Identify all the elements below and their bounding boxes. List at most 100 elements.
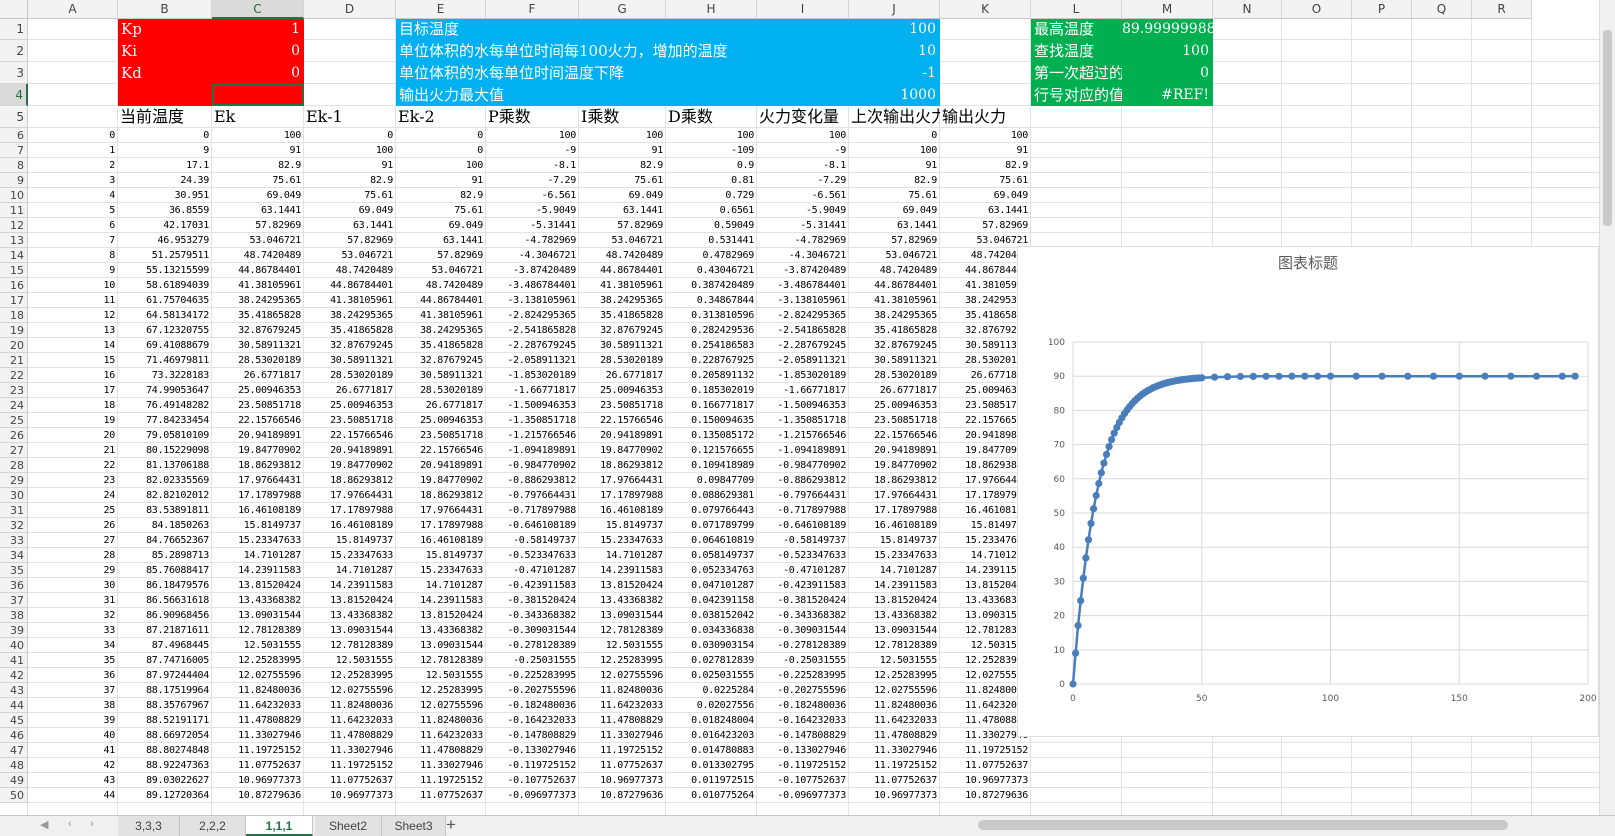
data-cell[interactable]: 28.53020189 (579, 353, 666, 368)
column-header-c[interactable]: C (212, 0, 304, 19)
data-cell[interactable]: -8.1 (757, 158, 849, 173)
data-cell[interactable]: 22.15766546 (304, 428, 396, 443)
data-cell[interactable]: 16.46108189 (396, 533, 486, 548)
data-cell[interactable]: 0.185302019 (666, 383, 757, 398)
data-cell[interactable]: 28.53020189 (212, 353, 304, 368)
data-cell[interactable]: 14.23911583 (396, 593, 486, 608)
data-cell[interactable]: 83.53891811 (118, 503, 212, 518)
data-cell[interactable]: 41.38105961 (396, 308, 486, 323)
row-header[interactable]: 22 (0, 368, 28, 383)
data-cell[interactable]: 32.87679245 (212, 323, 304, 338)
data-cell[interactable]: -0.886293812 (486, 473, 579, 488)
data-cell[interactable]: 0.9 (666, 158, 757, 173)
data-cell[interactable]: 48.7420489 (212, 248, 304, 263)
row-header[interactable]: 21 (0, 353, 28, 368)
data-cell[interactable]: 0.088629381 (666, 488, 757, 503)
data-cell[interactable]: -0.797664431 (486, 488, 579, 503)
data-cell[interactable]: 14.7101287 (579, 548, 666, 563)
data-cell[interactable]: 15.8149737 (579, 518, 666, 533)
data-cell[interactable]: 17.97664431 (579, 473, 666, 488)
data-cell[interactable]: -9 (486, 143, 579, 158)
data-cell[interactable]: 44.86784401 (849, 278, 940, 293)
data-cell[interactable]: 91 (212, 143, 304, 158)
data-cell[interactable]: 100 (757, 128, 849, 143)
data-cell[interactable]: 48.7420489 (396, 278, 486, 293)
data-cell[interactable]: 82.9 (396, 188, 486, 203)
data-cell[interactable]: -0.164232033 (757, 713, 849, 728)
data-cell[interactable]: 14.7101287 (212, 548, 304, 563)
row-header[interactable]: 3 (0, 62, 28, 84)
data-cell[interactable]: 0.135085172 (666, 428, 757, 443)
data-cell[interactable]: 24 (28, 488, 118, 503)
data-cell[interactable]: -0.797664431 (757, 488, 849, 503)
data-cell[interactable]: 9 (118, 143, 212, 158)
data-cell[interactable]: 12.78128389 (849, 638, 940, 653)
data-cell[interactable]: -0.119725152 (757, 758, 849, 773)
data-cell[interactable]: 17.97664431 (396, 503, 486, 518)
data-cell[interactable]: 32.87679245 (579, 323, 666, 338)
data-cell[interactable]: 32.87679245 (304, 338, 396, 353)
column-header-cell[interactable]: 输出火力 (940, 106, 1031, 128)
data-cell[interactable]: 11.47808829 (212, 713, 304, 728)
data-cell[interactable]: 11.64232033 (304, 713, 396, 728)
data-cell[interactable]: 16.46108189 (212, 503, 304, 518)
data-cell[interactable]: 91 (849, 158, 940, 173)
data-cell[interactable]: 41.38105961 (849, 293, 940, 308)
data-cell[interactable]: 13.43368382 (849, 608, 940, 623)
data-cell[interactable]: -0.107752637 (486, 773, 579, 788)
data-cell[interactable]: 18.86293812 (849, 473, 940, 488)
data-cell[interactable]: 48.7420489 (849, 263, 940, 278)
data-cell[interactable]: 100 (579, 128, 666, 143)
data-cell[interactable]: 17.97664431 (849, 488, 940, 503)
data-cell[interactable]: 33 (28, 623, 118, 638)
data-cell[interactable]: 69.049 (579, 188, 666, 203)
data-cell[interactable]: 0.079766443 (666, 503, 757, 518)
data-cell[interactable]: 82.9 (304, 173, 396, 188)
data-cell[interactable]: 0.016423203 (666, 728, 757, 743)
data-cell[interactable]: -0.47101287 (757, 563, 849, 578)
data-cell[interactable]: 12.78128389 (212, 623, 304, 638)
data-cell[interactable]: 15.23347633 (396, 563, 486, 578)
data-cell[interactable]: 25.00946353 (849, 398, 940, 413)
data-cell[interactable]: 0.058149737 (666, 548, 757, 563)
vertical-scroll-thumb[interactable] (1603, 30, 1612, 226)
data-cell[interactable]: -3.486784401 (486, 278, 579, 293)
param-value[interactable]: 0 (212, 62, 304, 84)
data-cell[interactable]: 0.313810596 (666, 308, 757, 323)
chart-panel[interactable]: 图表标题 0 10 20 30 40 50 60 70 80 90 100 0 50 100 150 200 (1017, 246, 1599, 737)
data-cell[interactable]: 23.50851718 (579, 398, 666, 413)
data-cell[interactable]: 28 (28, 548, 118, 563)
data-cell[interactable]: 18.86293812 (212, 458, 304, 473)
data-cell[interactable]: -3.486784401 (757, 278, 849, 293)
data-cell[interactable]: -1.500946353 (486, 398, 579, 413)
data-cell[interactable]: 0.34867844 (666, 293, 757, 308)
data-cell[interactable]: -0.202755596 (757, 683, 849, 698)
data-cell[interactable]: 0.0225284 (666, 683, 757, 698)
row-header[interactable]: 17 (0, 293, 28, 308)
data-cell[interactable]: 12.78128389 (396, 653, 486, 668)
data-cell[interactable]: 11.64232033 (212, 698, 304, 713)
data-cell[interactable]: 15.8149737 (849, 533, 940, 548)
data-cell[interactable]: 12.25283995 (579, 653, 666, 668)
data-cell[interactable]: 13.09031544 (304, 623, 396, 638)
data-cell[interactable]: 14.7101287 (849, 563, 940, 578)
data-cell[interactable]: 57.82969 (396, 248, 486, 263)
data-cell[interactable]: 12.5031555 (579, 638, 666, 653)
data-cell[interactable]: 13.43368382 (212, 593, 304, 608)
data-cell[interactable]: 87.21871611 (118, 623, 212, 638)
sheet-tab[interactable]: 3,3,3 (118, 816, 180, 836)
data-cell[interactable]: 11.82480036 (849, 698, 940, 713)
data-cell[interactable]: 91 (579, 143, 666, 158)
column-header-n[interactable]: N (1213, 0, 1282, 19)
data-cell[interactable]: 16.46108189 (849, 518, 940, 533)
data-cell[interactable]: 11.64232033 (396, 728, 486, 743)
data-cell[interactable]: 36.8559 (118, 203, 212, 218)
result-value[interactable]: 100 (1122, 40, 1213, 62)
row-header[interactable]: 16 (0, 278, 28, 293)
data-cell[interactable]: 15.23347633 (849, 548, 940, 563)
data-cell[interactable]: 22.15766546 (212, 413, 304, 428)
data-cell[interactable]: 26.6771817 (849, 383, 940, 398)
param-value[interactable]: 0 (212, 40, 304, 62)
column-header-q[interactable]: Q (1412, 0, 1472, 19)
data-cell[interactable]: -0.984770902 (757, 458, 849, 473)
